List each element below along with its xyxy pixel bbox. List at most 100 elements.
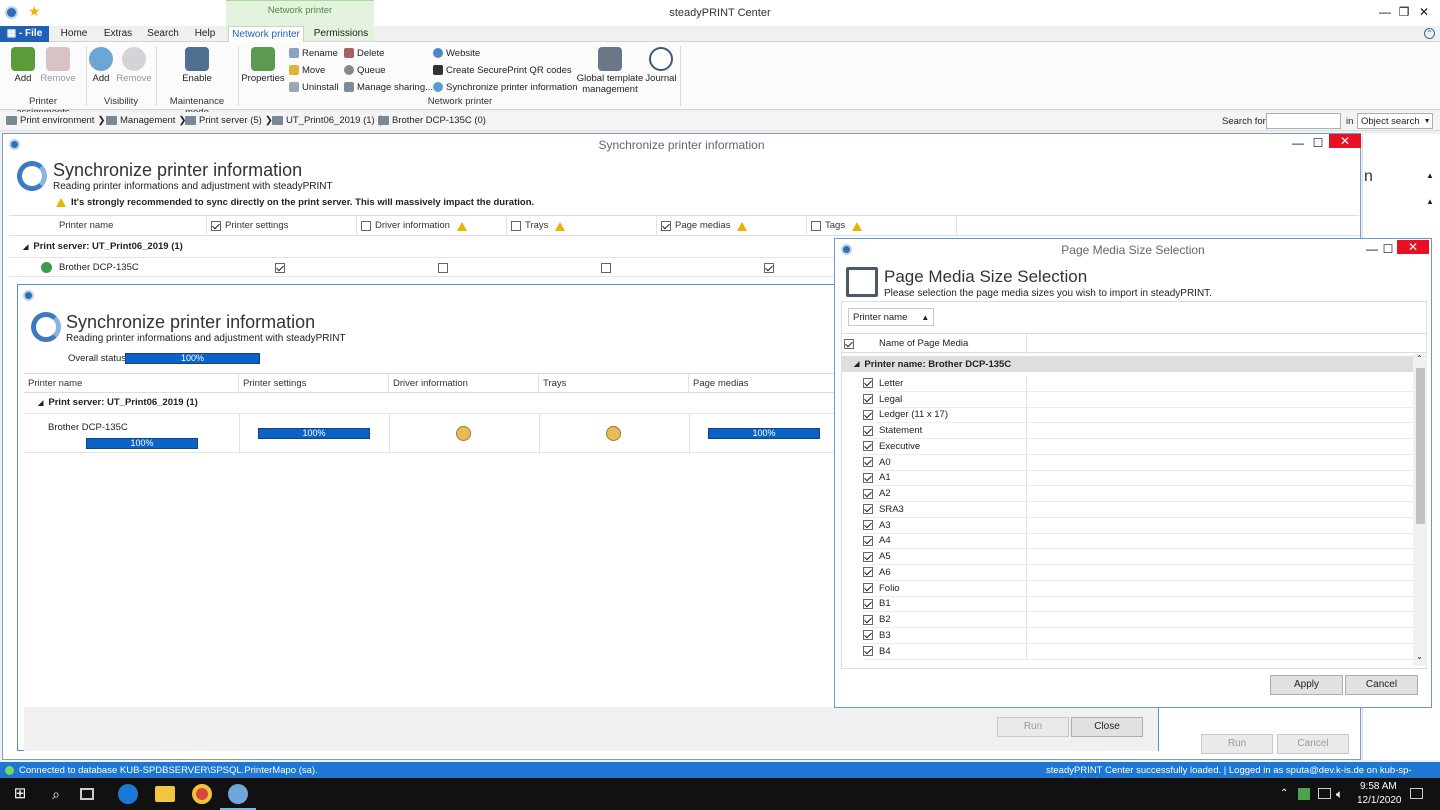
tab-home[interactable]: Home [56,26,92,42]
delete-button[interactable]: Delete [344,46,384,60]
properties-button[interactable]: Properties [241,47,285,84]
row-medias-checkbox[interactable] [764,263,775,274]
page-media-checkbox[interactable] [863,504,873,515]
printer-settings-checkbox[interactable] [211,221,221,231]
list-item[interactable]: B3 [863,628,1413,644]
edge-browser-icon[interactable] [118,784,138,804]
scroll-up-icon[interactable]: ⌃ [1416,354,1423,363]
apply-button[interactable]: Apply [1270,675,1343,695]
breadcrumb-item[interactable]: Brother DCP-135C (0) [378,115,486,126]
rename-button[interactable]: Rename [289,46,338,60]
ribbon-collapse-icon[interactable]: ⌃ [1424,28,1435,39]
tab-permissions[interactable]: Permissions [310,26,372,42]
tags-checkbox[interactable] [811,221,821,231]
visibility-remove-button[interactable]: Remove [116,47,152,84]
move-button[interactable]: Move [289,63,325,77]
clock-time[interactable]: 9:58 AM [1360,781,1397,792]
breadcrumb-item[interactable]: Print environment ❯ [6,115,105,126]
global-template-button[interactable]: Global template management [576,47,644,95]
select-all-checkbox[interactable] [844,339,854,350]
notification-icon[interactable] [1410,788,1423,799]
page-media-checkbox[interactable] [863,535,873,546]
clock-date[interactable]: 12/1/2020 [1357,795,1402,806]
visibility-add-button[interactable]: Add [88,47,114,84]
run-button[interactable]: Run [997,717,1069,737]
close-button[interactable]: ✕ [1397,240,1429,254]
page-media-checkbox[interactable] [863,472,873,483]
close-button[interactable]: ✕ [1329,134,1361,148]
uninstall-button[interactable]: Uninstall [289,80,338,94]
list-item[interactable]: A1 [863,470,1413,487]
assignment-add-button[interactable]: Add [8,47,38,84]
page-media-checkbox[interactable] [863,646,873,657]
list-item[interactable]: Executive [863,439,1413,455]
page-media-checkbox[interactable] [863,614,873,625]
queue-button[interactable]: Queue [344,63,386,77]
task-view-icon[interactable] [80,788,94,800]
list-item[interactable]: B2 [863,612,1413,629]
list-item[interactable]: A6 [863,565,1413,581]
list-item[interactable]: A4 [863,533,1413,550]
journal-button[interactable]: Journal [645,47,677,84]
group-by-chip[interactable]: Printer name ▲ [848,308,935,326]
steadyprint-taskbar-icon[interactable] [228,784,248,804]
manage-sharing-button[interactable]: Manage sharing... [344,80,433,94]
list-item[interactable]: Letter [863,376,1413,392]
page-media-checkbox[interactable] [863,488,873,499]
breadcrumb-item[interactable]: Management ❯ [106,115,186,126]
driver-information-checkbox[interactable] [361,221,371,231]
row-driver-checkbox[interactable] [438,263,449,274]
collapse-chevron-icon[interactable]: ▲ [1426,197,1434,206]
list-item[interactable]: SRA3 [863,502,1413,518]
page-media-checkbox[interactable] [863,425,873,436]
list-item[interactable]: Folio [863,580,1413,597]
network-icon[interactable] [1318,788,1331,799]
file-explorer-icon[interactable] [155,786,175,802]
cancel-button[interactable]: Cancel [1345,675,1418,695]
close-button[interactable]: Close [1071,717,1143,737]
chrome-icon[interactable] [192,784,212,804]
search-icon[interactable]: ⌕ [46,784,66,804]
row-trays-checkbox[interactable] [601,263,612,274]
list-item[interactable]: A3 [863,517,1413,534]
list-scrollbar[interactable]: ⌃ ⌄ [1413,354,1427,666]
tray-chevron-icon[interactable]: ⌃ [1280,784,1300,804]
page-media-checkbox[interactable] [863,551,873,562]
column-printer-settings[interactable]: Printer settings [207,216,357,236]
breadcrumb-item[interactable]: UT_Print06_2019 (1)❯ [272,115,386,126]
column-page-medias[interactable]: Page medias [657,216,807,236]
search-input[interactable] [1266,113,1341,129]
page-medias-checkbox[interactable] [661,221,671,231]
tab-extras[interactable]: Extras [100,26,136,42]
page-media-checkbox[interactable] [863,409,873,420]
maximize-button[interactable]: ☐ [1305,133,1331,153]
list-item[interactable]: Ledger (11 x 17) [863,407,1413,424]
page-media-checkbox[interactable] [863,630,873,641]
search-scope-select[interactable]: Object search ▼ [1357,113,1433,129]
close-button[interactable]: ✕ [1411,2,1437,22]
page-media-checkbox[interactable] [863,520,873,531]
list-item[interactable]: A5 [863,549,1413,566]
group-row[interactable]: ◢ Printer name: Brother DCP-135C [842,356,1413,372]
tab-help[interactable]: Help [188,26,222,42]
page-media-checkbox[interactable] [863,378,873,389]
column-driver-information[interactable]: Driver information [357,216,507,236]
list-item[interactable]: B4 [863,643,1413,660]
maintenance-enable-button[interactable]: Enable [178,47,216,84]
tab-network-printer[interactable]: Network printer [228,26,304,43]
scroll-thumb[interactable] [1416,368,1425,524]
group-row[interactable]: ◢ Print server: UT_Print06_2019 (1) [23,241,183,252]
group-row[interactable]: ◢ Print server: UT_Print06_2019 (1) [38,397,198,408]
column-trays[interactable]: Trays [507,216,657,236]
run-button[interactable]: Run [1201,734,1273,754]
collapse-chevron-icon[interactable]: ▲ [1426,171,1434,180]
page-media-checkbox[interactable] [863,457,873,468]
list-item[interactable]: Legal [863,391,1413,408]
volume-icon[interactable]: 🔈︎ [1336,784,1356,804]
list-item[interactable]: Statement [863,423,1413,440]
page-media-checkbox[interactable] [863,394,873,405]
windows-start-icon[interactable]: ⊞ [10,784,30,804]
sync-printer-info-button[interactable]: Synchronize printer information [433,80,577,94]
create-qr-button[interactable]: Create SecurePrint QR codes [433,63,572,77]
trays-checkbox[interactable] [511,221,521,231]
